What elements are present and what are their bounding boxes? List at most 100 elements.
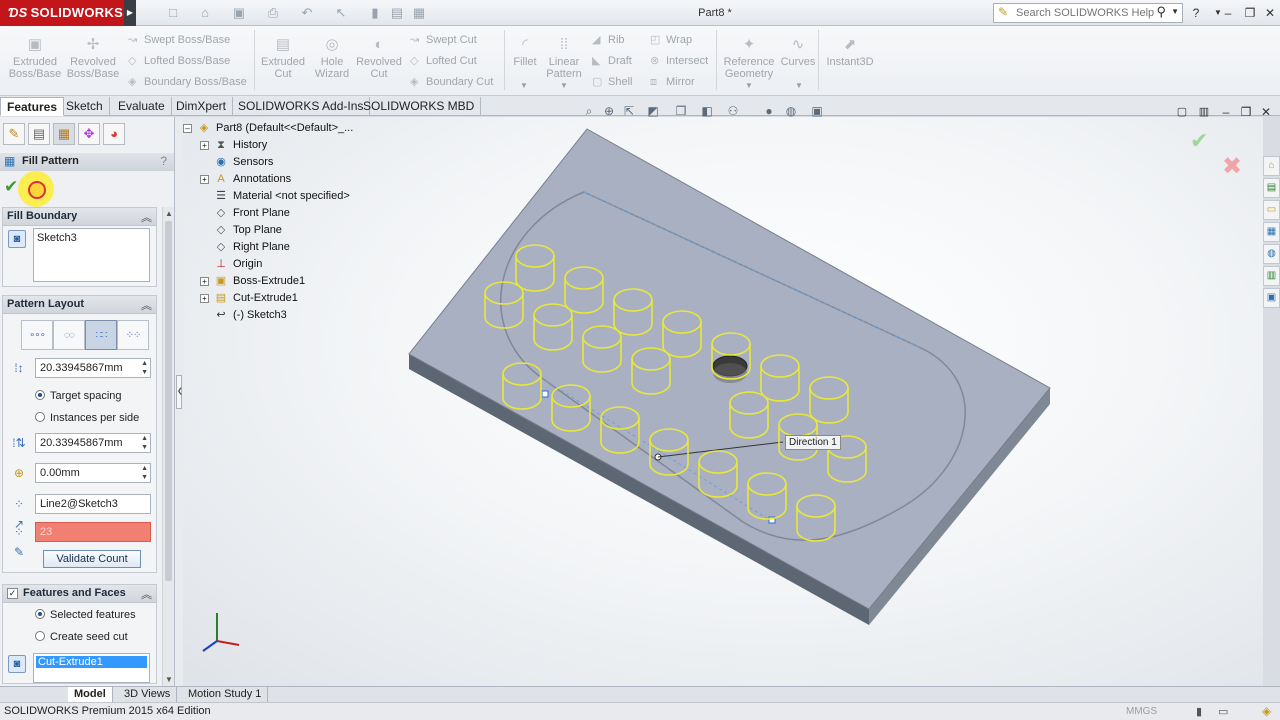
print-icon[interactable]: ⎙ <box>264 4 282 22</box>
scroll-thumb[interactable] <box>165 221 172 581</box>
tree-item[interactable]: +◇Front Plane <box>200 205 290 222</box>
resources-icon[interactable]: ⌂ <box>1263 156 1280 176</box>
curves-button[interactable]: ∿ Curves <box>780 36 816 68</box>
select-icon[interactable]: ↖ <box>332 4 350 22</box>
expand-tree-icon[interactable]: + <box>200 141 209 150</box>
property-manager-scrollbar[interactable]: ▲ ▼ <box>162 207 174 686</box>
display-style-icon[interactable]: ◧ <box>698 102 716 120</box>
viewport-tile-icon[interactable]: ▢ <box>1172 102 1192 122</box>
collapse-tree-icon[interactable]: – <box>183 124 192 133</box>
tree-item[interactable]: + ⧗ History <box>200 137 267 154</box>
collapse-icon[interactable]: ︽ <box>141 297 152 313</box>
spinner-arrows-icon[interactable]: ▲ ▼ <box>141 434 148 452</box>
tab-mbd[interactable]: SOLIDWORKS MBD <box>357 97 482 116</box>
collapse-panel-icon[interactable]: ❮ <box>176 375 183 409</box>
wrap-button[interactable]: ◰ Wrap <box>650 32 692 48</box>
tree-item[interactable]: +◇Right Plane <box>200 239 290 256</box>
square-layout-icon[interactable]: ∷∷ <box>85 320 117 350</box>
expand-tree-icon[interactable]: + <box>200 294 209 303</box>
search-icon[interactable]: ⚲ <box>1156 4 1166 20</box>
boundary-cut-button[interactable]: ◈ Boundary Cut <box>410 74 493 90</box>
configuration-manager-icon[interactable]: ▦ <box>53 123 75 145</box>
options-icon[interactable]: ▦ <box>410 4 428 22</box>
fill-boundary-list[interactable]: Sketch3 <box>33 228 150 282</box>
solidworks-logo[interactable]: ƊS SOLIDWORKS <box>0 0 124 26</box>
restore-icon[interactable]: ❐ <box>1240 3 1260 23</box>
lofted-cut-button[interactable]: ◇ Lofted Cut <box>410 53 477 69</box>
tree-item[interactable]: + ▣ Boss-Extrude1 <box>200 273 305 290</box>
dimxpert-manager-icon[interactable]: ✥ <box>78 123 100 145</box>
solidworks-forum-icon[interactable]: ▣ <box>1263 288 1280 308</box>
view-orientation-icon[interactable]: ❒ <box>672 102 690 120</box>
pattern-dropdown-icon[interactable]: ▼ <box>560 81 568 90</box>
spinner-arrows-icon[interactable]: ▲ ▼ <box>141 464 148 482</box>
tab-addins[interactable]: SOLIDWORKS Add-Ins <box>232 97 371 116</box>
reference-geometry-dropdown-icon[interactable]: ▼ <box>745 81 753 90</box>
expand-tree-icon[interactable]: + <box>200 175 209 184</box>
revolved-boss-button[interactable]: ✢ Revolved Boss/Base <box>66 36 120 80</box>
spinner-arrows-icon[interactable]: ▲ ▼ <box>141 359 148 377</box>
tab-model[interactable]: Model <box>68 687 113 702</box>
target-spacing-radio[interactable]: Target spacing <box>35 388 122 404</box>
appearances-icon[interactable]: ◍ <box>1263 244 1280 264</box>
detailed-preview-icon[interactable] <box>28 181 46 199</box>
feature-manager-icon[interactable]: ✎ <box>3 123 25 145</box>
property-manager-icon[interactable]: ▤ <box>28 123 50 145</box>
tree-item[interactable]: +⊥Origin <box>200 256 262 273</box>
swept-boss-button[interactable]: ↝ Swept Boss/Base <box>128 32 230 48</box>
instant3d-button[interactable]: ⬈ Instant3D <box>824 36 876 68</box>
shell-button[interactable]: ▢ Shell <box>592 74 632 90</box>
fillet-button[interactable]: ◜ Fillet <box>508 36 542 68</box>
custom-properties-icon[interactable]: ▥ <box>1263 266 1280 286</box>
pattern-layout-header[interactable]: Pattern Layout ︽ <box>3 296 156 314</box>
extruded-cut-button[interactable]: ▤ Extruded Cut <box>258 36 308 80</box>
intersect-button[interactable]: ⊗ Intersect <box>650 53 708 69</box>
validate-count-button[interactable]: Validate Count <box>43 550 141 568</box>
stagger-spacing-field[interactable]: 20.33945867mm ▲ ▼ <box>35 433 151 453</box>
expand-tree-icon[interactable]: + <box>200 277 209 286</box>
selected-feature-item[interactable]: Cut-Extrude1 <box>36 656 147 668</box>
section-view-icon[interactable]: ◩ <box>644 102 662 120</box>
file-explorer-icon[interactable]: ▭ <box>1263 200 1280 220</box>
tab-motion-study[interactable]: Motion Study 1 <box>182 687 269 702</box>
chevron-down-icon[interactable]: ▼ <box>1171 7 1179 16</box>
help-tips-icon[interactable]: ◈ <box>1262 704 1271 718</box>
minimize-icon[interactable]: – <box>1218 3 1238 23</box>
save-icon[interactable]: ▣ <box>230 4 248 22</box>
tree-item[interactable]: +◉Sensors <box>200 154 273 171</box>
edit-appearance-icon[interactable]: ● <box>760 102 778 120</box>
sketch-point-handle[interactable] <box>541 390 549 398</box>
tab-sketch[interactable]: Sketch <box>60 97 110 116</box>
rebuild-status-icon[interactable]: ▮ <box>1196 705 1202 718</box>
viewport-restore-icon[interactable]: ❐ <box>1236 102 1256 122</box>
boundary-boss-button[interactable]: ◈ Boundary Boss/Base <box>128 74 247 90</box>
tree-item[interactable]: + A Annotations <box>200 171 291 188</box>
confirm-ok-icon[interactable]: ✔ <box>1190 128 1208 154</box>
tab-dimxpert[interactable]: DimXpert <box>170 97 234 116</box>
selected-features-radio[interactable]: Selected features <box>35 607 136 623</box>
viewport-minimize-icon[interactable]: – <box>1216 102 1236 122</box>
margin-field[interactable]: 0.00mm ▲ ▼ <box>35 463 151 483</box>
tree-item[interactable]: +☰Material <not specified> <box>200 188 350 205</box>
swept-cut-button[interactable]: ↝ Swept Cut <box>410 32 477 48</box>
tree-root-part[interactable]: – ◈ Part8 (Default<<Default>_... <box>183 120 353 137</box>
collapse-icon[interactable]: ︽ <box>141 586 152 602</box>
display-manager-icon[interactable]: ◕ <box>103 123 125 145</box>
hide-show-items-icon[interactable]: ⚇ <box>724 102 742 120</box>
undo-icon[interactable]: ↶ <box>298 4 316 22</box>
help-icon[interactable]: ? <box>1186 3 1206 23</box>
quick-tips-icon[interactable]: ▭ <box>1218 705 1228 718</box>
tab-3d-views[interactable]: 3D Views <box>118 687 178 702</box>
confirm-cancel-icon[interactable]: ✖ <box>1222 152 1242 181</box>
fill-boundary-header[interactable]: Fill Boundary ︽ <box>3 208 156 226</box>
features-list[interactable]: Cut-Extrude1 <box>33 653 150 683</box>
mirror-button[interactable]: ⧈ Mirror <box>650 74 695 90</box>
tab-evaluate[interactable]: Evaluate <box>112 97 172 116</box>
hole-wizard-button[interactable]: ◎ Hole Wizard <box>310 36 354 80</box>
units-indicator[interactable]: MMGS <box>1126 706 1157 717</box>
scroll-up-icon[interactable]: ▲ <box>165 209 173 218</box>
perforation-layout-icon[interactable]: ∘∘∘ <box>21 320 53 350</box>
close-icon[interactable]: ✕ <box>1260 3 1280 23</box>
tree-item[interactable]: +↩(-) Sketch3 <box>200 307 286 324</box>
view-settings-icon[interactable]: ▣ <box>808 102 826 120</box>
